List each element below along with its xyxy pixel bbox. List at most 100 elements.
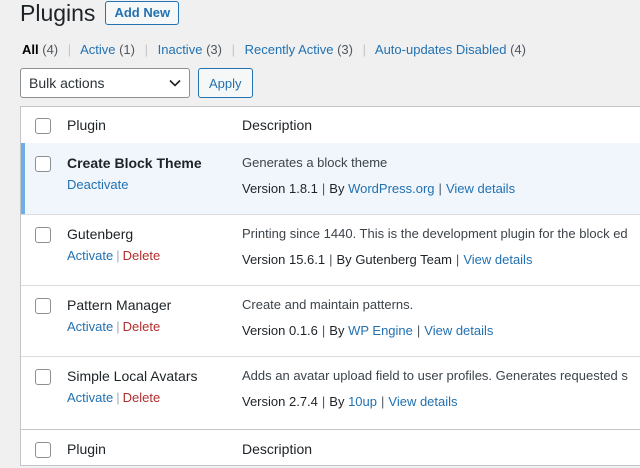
plugin-description-cell: Generates a block theme Version 1.8.1 | By…	[242, 155, 515, 196]
table-header-row: Plugin Description	[21, 107, 640, 144]
row-actions: Deactivate	[67, 177, 202, 192]
view-details-link[interactable]: View details	[463, 252, 532, 267]
plugin-description: Adds an avatar upload field to user prof…	[242, 368, 628, 383]
author-link[interactable]: 10up	[348, 394, 377, 409]
plugin-version-line: Version 2.7.4 | By 10up | View details	[242, 394, 628, 409]
column-footer-description: Description	[242, 441, 313, 457]
plugin-title-cell: Gutenberg Activate | Delete	[67, 226, 160, 263]
plugin-version: Version 2.7.4	[242, 394, 318, 409]
action-separator: |	[116, 248, 120, 263]
filter-auto-updates-disabled-link[interactable]: Auto-updates Disabled	[375, 42, 507, 57]
apply-button[interactable]: Apply	[198, 68, 253, 98]
filter-auto-updates-disabled: Auto-updates Disabled (4)	[372, 42, 526, 57]
action-separator: |	[116, 319, 120, 334]
plugin-description: Printing since 1440. This is the develop…	[242, 226, 628, 241]
version-separator: |	[321, 181, 326, 196]
filter-recently-active: Recently Active (3)	[241, 42, 357, 57]
filter-all-count: (4)	[42, 42, 59, 57]
row-actions: Activate | Delete	[67, 248, 160, 263]
plugin-description: Create and maintain patterns.	[242, 297, 414, 312]
page-title: Plugins	[20, 0, 96, 26]
row-checkbox[interactable]	[35, 156, 51, 172]
view-details-link[interactable]: View details	[388, 394, 457, 409]
plugin-name: Simple Local Avatars	[67, 368, 198, 384]
filter-inactive: Inactive (3)	[154, 42, 226, 57]
version-separator: |	[329, 252, 333, 267]
plugin-version-line: Version 0.1.6 | By WP Engine | View details	[242, 323, 493, 338]
plugin-description-cell: Create and maintain patterns. Version 0.…	[242, 297, 493, 338]
plugin-description-cell: Adds an avatar upload field to user prof…	[242, 368, 628, 409]
version-separator: |	[321, 323, 326, 338]
page-header: Plugins Add New	[20, 0, 180, 26]
bulk-actions-selected: Bulk actions	[29, 75, 105, 91]
table-row: Gutenberg Activate | Delete Printing since…	[21, 214, 640, 286]
column-header-description: Description	[242, 117, 313, 133]
delete-link[interactable]: Delete	[123, 248, 161, 263]
bulk-actions-bar: Bulk actions Apply	[20, 68, 253, 98]
table-row: Pattern Manager Activate | Delete Create a…	[21, 285, 640, 357]
activate-link[interactable]: Activate	[67, 319, 113, 334]
by-label: By	[329, 394, 345, 409]
filter-active-count: (1)	[119, 42, 135, 57]
plugin-version: Version 0.1.6	[242, 323, 318, 338]
chevron-down-icon	[169, 79, 181, 87]
column-header-plugin[interactable]: Plugin	[67, 117, 106, 133]
action-separator: |	[116, 390, 120, 405]
column-footer-plugin[interactable]: Plugin	[67, 441, 106, 457]
filter-separator: |	[144, 42, 148, 57]
filter-recently-active-count: (3)	[337, 42, 353, 57]
plugin-name: Create Block Theme	[67, 155, 202, 171]
version-separator: |	[321, 394, 326, 409]
add-new-button[interactable]: Add New	[105, 1, 180, 25]
filter-active-link[interactable]: Active	[80, 42, 115, 57]
filter-inactive-count: (3)	[206, 42, 222, 57]
plugin-title-cell: Pattern Manager Activate | Delete	[67, 297, 171, 334]
row-checkbox[interactable]	[35, 298, 51, 314]
filter-recently-active-link[interactable]: Recently Active	[245, 42, 334, 57]
by-label: By	[336, 252, 352, 267]
filter-auto-updates-disabled-count: (4)	[510, 42, 526, 57]
author-link[interactable]: WP Engine	[348, 323, 413, 338]
filter-all: All (4)	[22, 42, 62, 57]
table-footer-row: Plugin Description	[21, 429, 640, 468]
row-actions: Activate | Delete	[67, 390, 197, 405]
version-separator: |	[455, 252, 460, 267]
table-row: Create Block Theme Deactivate Generates …	[21, 143, 640, 215]
version-separator: |	[381, 394, 385, 409]
select-all-checkbox[interactable]	[35, 118, 51, 134]
plugin-version: Version 1.8.1	[242, 181, 318, 196]
plugin-version-line: Version 15.6.1 | By Gutenberg Team | View de…	[242, 252, 628, 267]
plugin-title-cell: Create Block Theme Deactivate	[67, 155, 202, 192]
delete-link[interactable]: Delete	[123, 390, 161, 405]
activate-link[interactable]: Activate	[67, 248, 113, 263]
plugins-table: Plugin Description Create Block Theme De…	[20, 106, 640, 466]
row-checkbox[interactable]	[35, 369, 51, 385]
filter-all-link[interactable]: All	[22, 42, 39, 57]
author-name: Gutenberg Team	[355, 252, 452, 267]
author-link[interactable]: WordPress.org	[348, 181, 434, 196]
plugin-title-cell: Simple Local Avatars Activate | Delete	[67, 368, 197, 405]
filter-active: Active (1)	[77, 42, 138, 57]
filter-inactive-link[interactable]: Inactive	[158, 42, 203, 57]
row-checkbox[interactable]	[35, 227, 51, 243]
by-label: By	[329, 323, 345, 338]
delete-link[interactable]: Delete	[123, 319, 161, 334]
view-details-link[interactable]: View details	[424, 323, 493, 338]
filter-separator: |	[231, 42, 235, 57]
plugin-description: Generates a block theme	[242, 155, 388, 170]
table-row: Simple Local Avatars Activate | Delete Add…	[21, 356, 640, 429]
version-separator: |	[416, 323, 421, 338]
filter-separator: |	[362, 42, 366, 57]
deactivate-link[interactable]: Deactivate	[67, 177, 128, 192]
plugin-name: Gutenberg	[67, 226, 134, 242]
select-all-checkbox-footer[interactable]	[35, 442, 51, 458]
row-actions: Activate | Delete	[67, 319, 171, 334]
bulk-actions-select[interactable]: Bulk actions	[20, 68, 190, 98]
activate-link[interactable]: Activate	[67, 390, 113, 405]
by-label: By	[329, 181, 345, 196]
plugin-name: Pattern Manager	[67, 297, 172, 313]
view-details-link[interactable]: View details	[446, 181, 515, 196]
version-separator: |	[438, 181, 442, 196]
plugin-version-line: Version 1.8.1 | By WordPress.org | View deta…	[242, 181, 515, 196]
filter-separator: |	[67, 42, 72, 57]
